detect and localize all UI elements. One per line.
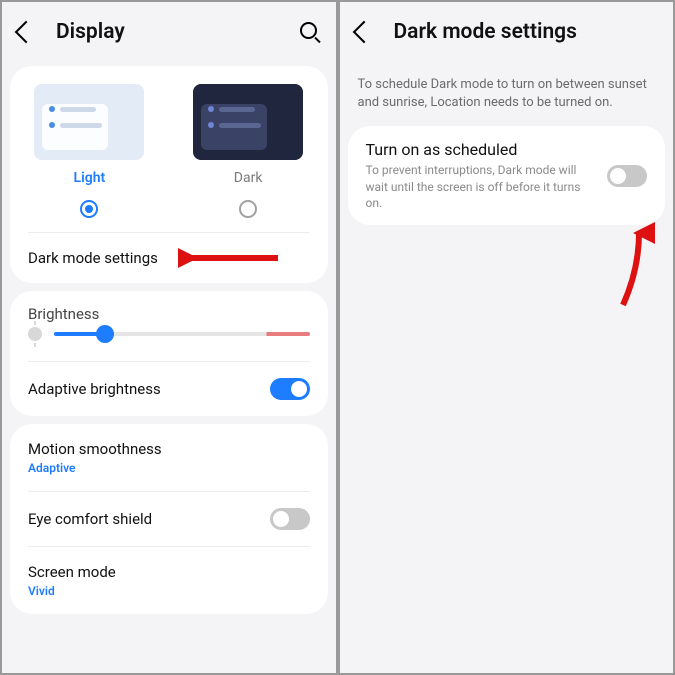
description-text: To schedule Dark mode to turn on between… xyxy=(340,62,674,126)
search-icon[interactable] xyxy=(300,22,320,42)
motion-smoothness-value: Adaptive xyxy=(28,461,76,475)
eye-comfort-row[interactable]: Eye comfort shield xyxy=(10,492,328,546)
adaptive-brightness-row[interactable]: Adaptive brightness xyxy=(10,362,328,416)
screen-mode-value: Vivid xyxy=(28,584,55,598)
eye-comfort-toggle[interactable] xyxy=(270,508,310,530)
theme-preview-light xyxy=(34,84,144,160)
brightness-low-icon xyxy=(28,327,42,341)
brightness-slider-thumb[interactable] xyxy=(96,325,114,343)
brightness-slider-row xyxy=(10,327,328,361)
turn-on-scheduled-subtitle: To prevent interruptions, Dark mode will… xyxy=(366,162,598,211)
page-title: Display xyxy=(56,20,125,44)
turn-on-scheduled-toggle[interactable] xyxy=(607,165,647,187)
header: Dark mode settings xyxy=(340,2,674,62)
screen-mode-label: Screen mode xyxy=(28,563,116,581)
theme-card: Light Dark Dark mode settings xyxy=(10,66,328,283)
radio-dark[interactable] xyxy=(239,200,257,218)
brightness-card: Brightness Adaptive brightness xyxy=(10,291,328,416)
eye-comfort-label: Eye comfort shield xyxy=(28,510,152,528)
adaptive-brightness-toggle[interactable] xyxy=(270,378,310,400)
theme-label-dark: Dark xyxy=(234,170,263,186)
back-icon[interactable] xyxy=(352,21,375,44)
theme-label-light: Light xyxy=(74,170,106,186)
dark-mode-settings-label: Dark mode settings xyxy=(28,249,158,267)
screen-mode-row[interactable]: Screen mode Vivid xyxy=(10,547,328,614)
theme-option-dark[interactable]: Dark xyxy=(169,84,328,232)
theme-row: Light Dark xyxy=(10,66,328,232)
arrow-annotation-icon xyxy=(605,219,655,313)
display-options-card: Motion smoothness Adaptive Eye comfort s… xyxy=(10,424,328,614)
turn-on-scheduled-row[interactable]: Turn on as scheduled To prevent interrup… xyxy=(348,126,666,225)
motion-smoothness-label: Motion smoothness xyxy=(28,440,162,458)
theme-option-light[interactable]: Light xyxy=(10,84,169,232)
motion-smoothness-row[interactable]: Motion smoothness Adaptive xyxy=(10,424,328,491)
back-icon[interactable] xyxy=(15,21,38,44)
header: Display xyxy=(2,2,336,62)
brightness-label: Brightness xyxy=(10,291,328,327)
arrow-annotation-icon xyxy=(178,243,278,273)
page-title: Dark mode settings xyxy=(394,20,577,44)
turn-on-scheduled-title: Turn on as scheduled xyxy=(366,140,598,159)
brightness-slider[interactable] xyxy=(54,332,310,336)
display-settings-panel: Display Light Dark Dark mode settings xyxy=(0,0,338,675)
adaptive-brightness-label: Adaptive brightness xyxy=(28,380,161,398)
theme-preview-dark xyxy=(193,84,303,160)
dark-mode-settings-row[interactable]: Dark mode settings xyxy=(10,233,328,283)
dark-mode-settings-panel: Dark mode settings To schedule Dark mode… xyxy=(338,0,675,675)
radio-light[interactable] xyxy=(80,200,98,218)
